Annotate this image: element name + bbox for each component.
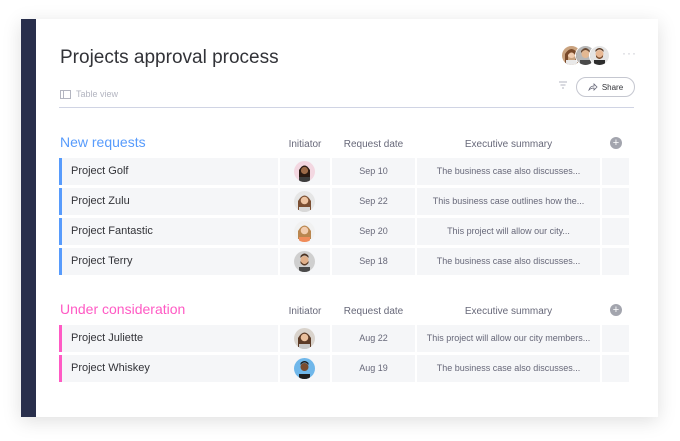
board-card: Projects approval process ··· Share Tabl… xyxy=(21,19,658,417)
item-name: Project Zulu xyxy=(71,195,130,207)
request-date-cell[interactable]: Aug 22 xyxy=(332,325,415,352)
initiator-avatar xyxy=(294,191,315,212)
executive-summary-cell[interactable]: This project will allow our city... xyxy=(417,218,600,245)
initiator-cell[interactable] xyxy=(280,325,330,352)
initiator-avatar xyxy=(294,328,315,349)
column-header-request-date[interactable]: Request date xyxy=(332,139,415,150)
item-name: Project Juliette xyxy=(71,332,144,344)
empty-cell[interactable] xyxy=(602,248,629,275)
member-avatar[interactable] xyxy=(589,45,610,66)
more-options-icon[interactable]: ··· xyxy=(622,46,637,60)
request-date-cell[interactable]: Sep 18 xyxy=(332,248,415,275)
column-header-executive-summary[interactable]: Executive summary xyxy=(417,306,600,317)
initiator-avatar xyxy=(294,221,315,242)
initiator-avatar xyxy=(294,358,315,379)
item-name: Project Golf xyxy=(71,165,129,177)
column-header-initiator[interactable]: Initiator xyxy=(280,306,330,317)
item-name: Project Whiskey xyxy=(71,362,150,374)
filter-icon[interactable] xyxy=(558,80,568,90)
item-name-cell[interactable]: Project Terry xyxy=(59,248,278,275)
table-row[interactable]: Project Terry Sep 18 The business case a… xyxy=(59,248,634,275)
share-arrow-icon xyxy=(588,83,598,91)
empty-cell[interactable] xyxy=(602,325,629,352)
initiator-avatar xyxy=(294,161,315,182)
item-name-cell[interactable]: Project Golf xyxy=(59,158,278,185)
request-date-cell[interactable]: Sep 22 xyxy=(332,188,415,215)
view-label: Table view xyxy=(76,89,119,99)
column-header-executive-summary[interactable]: Executive summary xyxy=(417,139,600,150)
column-header-initiator[interactable]: Initiator xyxy=(280,139,330,150)
board-title[interactable]: Projects approval process xyxy=(60,47,279,69)
empty-cell[interactable] xyxy=(602,218,629,245)
request-date-cell[interactable]: Sep 10 xyxy=(332,158,415,185)
item-name-cell[interactable]: Project Zulu xyxy=(59,188,278,215)
item-name: Project Fantastic xyxy=(71,225,153,237)
empty-cell[interactable] xyxy=(602,188,629,215)
share-button[interactable]: Share xyxy=(576,77,635,97)
request-date-cell[interactable]: Aug 19 xyxy=(332,355,415,382)
initiator-cell[interactable] xyxy=(280,248,330,275)
empty-cell[interactable] xyxy=(602,355,629,382)
view-tab-table[interactable]: Table view xyxy=(60,89,118,99)
table-row[interactable]: Project Golf Sep 10 The business case al… xyxy=(59,158,634,185)
executive-summary-cell[interactable]: The business case also discusses... xyxy=(417,355,600,382)
executive-summary-cell[interactable]: The business case also discusses... xyxy=(417,158,600,185)
empty-cell[interactable] xyxy=(602,158,629,185)
share-label: Share xyxy=(601,82,624,92)
initiator-cell[interactable] xyxy=(280,218,330,245)
executive-summary-cell[interactable]: The business case also discusses... xyxy=(417,248,600,275)
item-name-cell[interactable]: Project Whiskey xyxy=(59,355,278,382)
initiator-cell[interactable] xyxy=(280,158,330,185)
request-date-cell[interactable]: Sep 20 xyxy=(332,218,415,245)
table-row[interactable]: Project Fantastic Sep 20 This project wi… xyxy=(59,218,634,245)
table-row[interactable]: Project Zulu Sep 22 This business case o… xyxy=(59,188,634,215)
initiator-avatar xyxy=(294,251,315,272)
header-divider xyxy=(59,107,634,108)
table-row[interactable]: Project Whiskey Aug 19 The business case… xyxy=(59,355,634,382)
column-header-request-date[interactable]: Request date xyxy=(332,306,415,317)
table-view-icon xyxy=(60,89,71,99)
executive-summary-cell[interactable]: This project will allow our city members… xyxy=(417,325,600,352)
add-column-icon[interactable]: + xyxy=(610,304,622,316)
initiator-cell[interactable] xyxy=(280,188,330,215)
executive-summary-cell[interactable]: This business case outlines how the... xyxy=(417,188,600,215)
initiator-cell[interactable] xyxy=(280,355,330,382)
group-title[interactable]: New requests xyxy=(60,134,146,150)
group-title[interactable]: Under consideration xyxy=(60,301,185,317)
table-row[interactable]: Project Juliette Aug 22 This project wil… xyxy=(59,325,634,352)
item-name-cell[interactable]: Project Juliette xyxy=(59,325,278,352)
item-name: Project Terry xyxy=(71,255,133,267)
left-sidebar xyxy=(21,19,36,417)
item-name-cell[interactable]: Project Fantastic xyxy=(59,218,278,245)
add-column-icon[interactable]: + xyxy=(610,137,622,149)
